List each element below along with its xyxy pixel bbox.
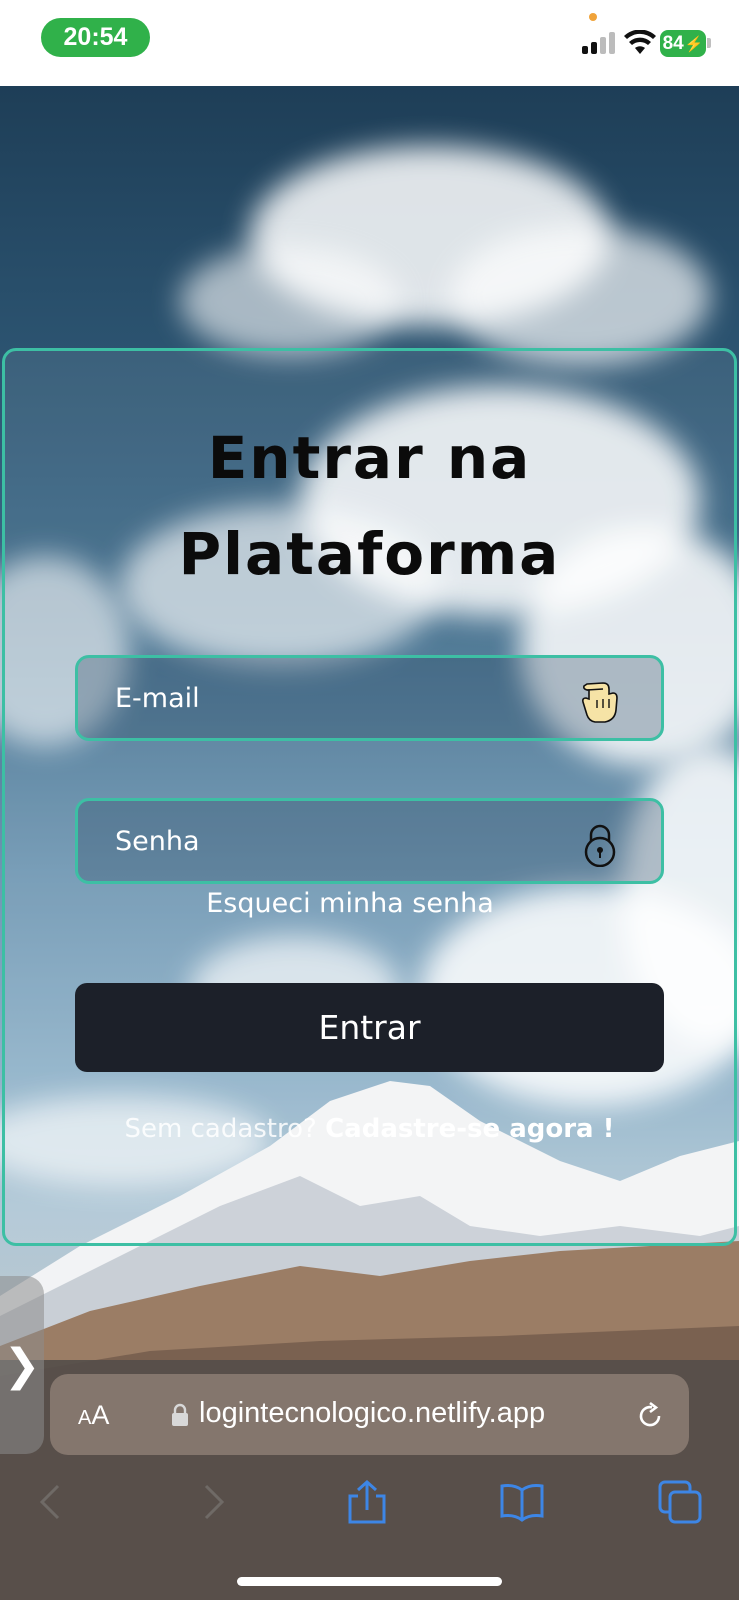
- home-indicator: [237, 1577, 502, 1586]
- clock-time: 20:54: [41, 18, 150, 57]
- padlock-icon: [584, 824, 616, 867]
- title-line-2: Plataforma: [178, 520, 561, 588]
- hand-pointer-icon: [582, 682, 618, 723]
- back-icon[interactable]: [30, 1480, 74, 1524]
- share-icon[interactable]: [345, 1480, 389, 1524]
- bookmarks-icon[interactable]: [500, 1480, 544, 1524]
- battery-indicator: 84 ⚡: [660, 30, 706, 57]
- cellular-signal-icon: [582, 32, 616, 54]
- status-bar: 20:54 84 ⚡: [0, 0, 739, 86]
- email-placeholder: E-mail: [115, 682, 200, 714]
- tabs-icon[interactable]: [658, 1480, 702, 1524]
- side-tab-handle[interactable]: ❯: [0, 1276, 44, 1454]
- text-size-button[interactable]: AA: [78, 1400, 109, 1431]
- chevron-right-icon: ❯: [3, 1339, 41, 1391]
- login-button[interactable]: Entrar: [75, 983, 664, 1072]
- battery-cap: [707, 38, 711, 48]
- signup-link[interactable]: Cadastre-se agora !: [325, 1114, 614, 1144]
- signup-prompt-text: Sem cadastro?: [124, 1114, 317, 1144]
- password-field[interactable]: Senha: [75, 798, 664, 884]
- signup-prompt: Sem cadastro? Cadastre-se agora !: [0, 1114, 739, 1144]
- lock-icon: [172, 1403, 188, 1426]
- url-text[interactable]: logintecnologico.netlify.app: [199, 1397, 545, 1430]
- wifi-icon: [624, 30, 656, 54]
- page-title: Entrar na Plataforma: [0, 410, 739, 602]
- password-placeholder: Senha: [115, 825, 200, 857]
- title-line-1: Entrar na: [207, 424, 532, 492]
- charging-bolt-icon: ⚡: [684, 35, 704, 53]
- privacy-indicator-dot: [589, 13, 597, 21]
- forgot-password-link[interactable]: Esqueci minha senha: [0, 888, 700, 919]
- reload-icon[interactable]: [634, 1400, 666, 1432]
- email-field[interactable]: E-mail: [75, 655, 664, 741]
- battery-level: 84: [662, 32, 684, 54]
- forward-icon[interactable]: [190, 1480, 234, 1524]
